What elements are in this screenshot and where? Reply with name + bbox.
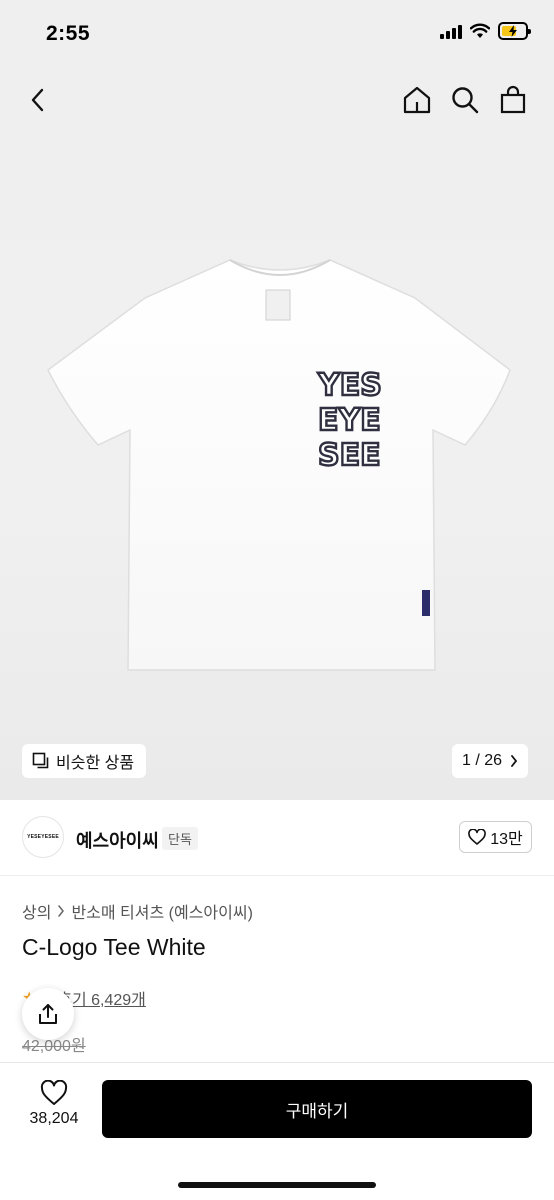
svg-text:SEE: SEE [318,438,381,473]
svg-text:YES: YES [317,368,382,403]
page-indicator-text: 1 / 26 [462,752,503,769]
search-button[interactable] [447,82,483,118]
breadcrumb-subcategory[interactable]: 반소매 티셔츠 (예스아이씨) [71,899,252,923]
breadcrumb: 상의 반소매 티셔츠 (예스아이씨) [22,899,253,923]
heart-icon [468,829,487,845]
status-time: 2:55 [46,22,91,45]
home-icon [403,86,431,114]
brand-like-button[interactable]: 13만 [459,821,532,853]
product-title: C-Logo Tee White [22,934,206,960]
back-button[interactable] [20,82,56,118]
similar-products-button[interactable]: 비슷한 상품 [22,744,147,778]
tshirt-image: YES EYE SEE [47,259,511,671]
status-bar: 2:55 [0,0,554,68]
buy-button[interactable]: 구매하기 [102,1080,532,1138]
status-icons [440,22,531,40]
home-button[interactable] [399,82,435,118]
buy-button-label: 구매하기 [285,1101,349,1121]
chevron-left-icon [31,88,44,112]
brand-name[interactable]: 예스아이씨 [76,827,159,853]
chevron-right-icon [511,755,518,767]
brand-logo-text: YESEYESEE [27,834,59,840]
share-button[interactable] [22,988,74,1040]
wishlist-button[interactable]: 38,204 [22,1080,86,1138]
share-icon [39,1004,57,1024]
wishlist-count: 38,204 [29,1110,79,1127]
tee-print: YES EYE SEE [316,367,383,474]
image-page-indicator[interactable]: 1 / 26 [452,744,529,778]
svg-text:EYE: EYE [318,403,381,438]
brand-logo[interactable]: YESEYESEE [22,816,64,858]
search-icon [452,87,479,114]
exclusive-badge: 단독 [162,827,198,850]
cart-button[interactable] [495,82,531,118]
top-nav [0,68,554,132]
shopping-bag-icon [500,85,526,114]
brand-like-count: 13만 [490,831,523,848]
home-indicator [178,1182,376,1188]
battery-icon [498,22,531,40]
breadcrumb-category[interactable]: 상의 [22,899,51,923]
signal-icon [440,23,462,39]
similar-products-label: 비슷한 상품 [56,755,135,772]
chevron-right-icon [58,905,65,917]
wifi-icon [470,23,490,38]
copy-icon [32,752,49,769]
heart-icon [40,1080,68,1105]
